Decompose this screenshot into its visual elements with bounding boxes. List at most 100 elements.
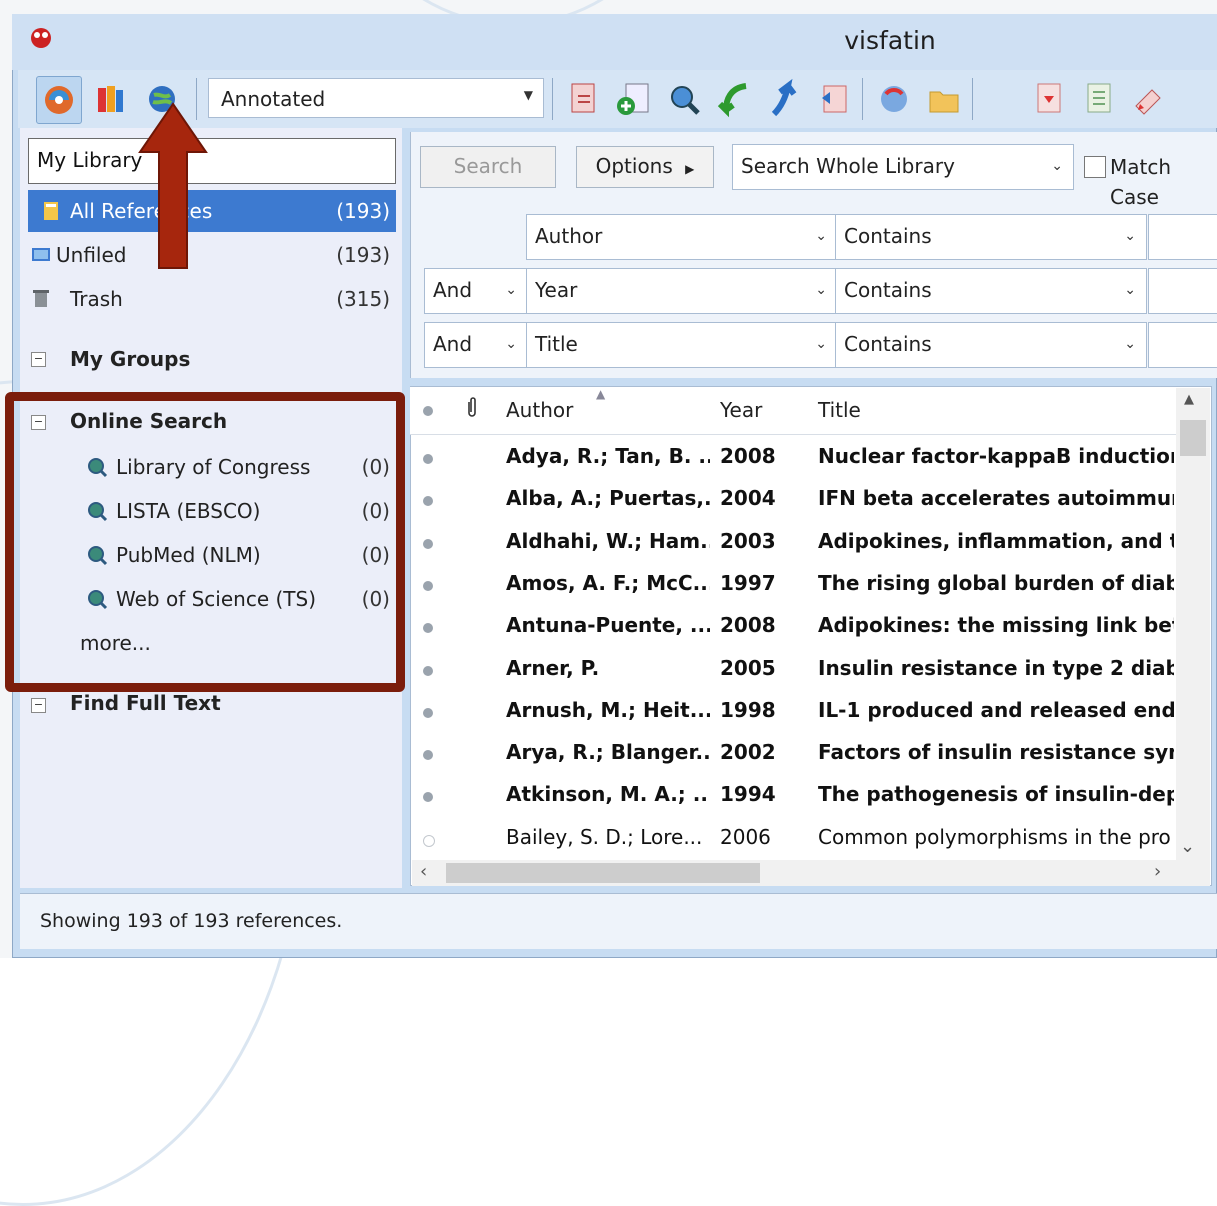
group-label-trash[interactable]: Trash — [70, 284, 123, 314]
reference-author-cell[interactable]: Alba, A.; Puertas,... — [506, 486, 710, 510]
read-status-dot[interactable] — [423, 623, 433, 633]
chevron-down-icon: ⌄ — [505, 336, 517, 352]
operator-select-3[interactable]: Contains ⌄ — [835, 322, 1147, 368]
match-case-checkbox[interactable] — [1084, 156, 1106, 178]
boolean-value: And — [433, 332, 473, 356]
reference-year-cell[interactable]: 2005 — [720, 656, 800, 680]
read-status-dot[interactable] — [423, 792, 433, 802]
options-button[interactable]: Options ▶ — [576, 146, 714, 188]
reference-title-cell[interactable]: IL-1 produced and released endog — [818, 698, 1174, 722]
reference-title-cell[interactable]: Adipokines, inflammation, and the — [818, 529, 1174, 553]
reference-year-cell[interactable]: 1994 — [720, 782, 800, 806]
reference-author-cell[interactable]: Adya, R.; Tan, B. ... — [506, 444, 710, 468]
operator-select-2[interactable]: Contains ⌄ — [835, 268, 1147, 314]
new-reference-icon[interactable] — [612, 76, 656, 122]
forward-arrow-icon[interactable] — [762, 76, 806, 122]
column-header-title[interactable]: Title — [818, 398, 861, 422]
boolean-select-3[interactable]: And ⌄ — [424, 322, 528, 368]
back-arrow-icon[interactable] — [712, 76, 756, 122]
find-full-text-heading[interactable]: Find Full Text — [70, 688, 221, 718]
sync-icon[interactable] — [812, 76, 856, 122]
attachment-column-icon[interactable] — [466, 396, 478, 423]
reference-author-cell[interactable]: Amos, A. F.; McC... — [506, 571, 710, 595]
scroll-up-icon[interactable]: ▲ — [1184, 392, 1194, 407]
endnote-app-icon — [31, 28, 51, 48]
search-button[interactable]: Search — [420, 146, 556, 188]
scroll-left-icon[interactable]: ‹ — [420, 861, 427, 882]
format-bibliography-icon[interactable] — [1076, 76, 1120, 122]
read-status-dot[interactable] — [423, 496, 433, 506]
vertical-scroll-thumb[interactable] — [1180, 420, 1206, 456]
search-scope-value: Search Whole Library — [741, 154, 955, 178]
reference-year-cell[interactable]: 2004 — [720, 486, 800, 510]
operator-value: Contains — [844, 332, 932, 356]
reference-title-cell[interactable]: Common polymorphisms in the pro — [818, 825, 1174, 849]
local-library-mode-button[interactable] — [36, 76, 82, 124]
column-header-year[interactable]: Year — [720, 398, 762, 422]
operator-value: Contains — [844, 278, 932, 302]
my-groups-heading[interactable]: My Groups — [70, 344, 190, 374]
field-select-1[interactable]: Author ⌄ — [526, 214, 838, 260]
search-scope-select[interactable]: Search Whole Library ⌄ — [732, 144, 1074, 190]
open-folder-icon[interactable] — [922, 76, 966, 122]
read-status-dot[interactable] — [423, 454, 433, 464]
vertical-scrollbar[interactable] — [1176, 388, 1210, 862]
read-status-column-icon[interactable] — [423, 406, 433, 416]
group-count-all-references: (193) — [336, 199, 390, 223]
insert-citation-icon[interactable] — [1126, 76, 1170, 122]
chevron-down-icon: ⌄ — [1051, 158, 1063, 174]
online-connect-icon[interactable] — [872, 76, 916, 122]
collapse-toggle-find-full-text[interactable]: − — [31, 698, 46, 713]
reference-author-cell[interactable]: Arya, R.; Blanger... — [506, 740, 710, 764]
group-label-unfiled[interactable]: Unfiled — [56, 240, 126, 270]
read-status-dot[interactable] — [423, 835, 435, 847]
pdf-icon[interactable] — [1026, 76, 1070, 122]
search-reference-icon[interactable] — [662, 76, 706, 122]
reference-year-cell[interactable]: 2003 — [720, 529, 800, 553]
field-value: Title — [535, 332, 578, 356]
search-term-input-2[interactable] — [1148, 268, 1217, 314]
reference-title-cell[interactable]: The rising global burden of diabete — [818, 571, 1174, 595]
mode-select-value: Annotated — [221, 87, 326, 111]
reference-author-cell[interactable]: Atkinson, M. A.; ... — [506, 782, 710, 806]
scroll-right-icon[interactable]: › — [1154, 861, 1161, 882]
reference-year-cell[interactable]: 2008 — [720, 613, 800, 637]
chevron-down-icon: ⌄ — [1124, 336, 1136, 352]
reference-title-cell[interactable]: Adipokines: the missing link betwe — [818, 613, 1174, 637]
read-status-dot[interactable] — [423, 666, 433, 676]
reference-year-cell[interactable]: 2002 — [720, 740, 800, 764]
scroll-down-icon[interactable]: ⌄ — [1180, 836, 1195, 857]
operator-select-1[interactable]: Contains ⌄ — [835, 214, 1147, 260]
read-status-dot[interactable] — [423, 750, 433, 760]
reference-title-cell[interactable]: Insulin resistance in type 2 diabete — [818, 656, 1174, 680]
reference-title-cell[interactable]: The pathogenesis of insulin-depen — [818, 782, 1174, 806]
search-term-input-3[interactable] — [1148, 322, 1217, 368]
reference-author-cell[interactable]: Aldhahi, W.; Ham... — [506, 529, 710, 553]
reference-title-cell[interactable]: Nuclear factor-kappaB induction b — [818, 444, 1174, 468]
column-header-author[interactable]: Author — [506, 398, 573, 422]
group-count-unfiled: (193) — [336, 243, 390, 267]
reference-author-cell[interactable]: Bailey, S. D.; Lore... — [506, 825, 710, 849]
read-status-dot[interactable] — [423, 581, 433, 591]
reference-year-cell[interactable]: 2008 — [720, 444, 800, 468]
integrated-library-mode-button[interactable] — [88, 76, 132, 122]
reference-author-cell[interactable]: Arnush, M.; Heit... — [506, 698, 710, 722]
reference-title-cell[interactable]: IFN beta accelerates autoimmune — [818, 486, 1174, 510]
reference-year-cell[interactable]: 2006 — [720, 825, 800, 849]
library-name-box[interactable]: My Library — [28, 138, 396, 184]
read-status-dot[interactable] — [423, 708, 433, 718]
reference-year-cell[interactable]: 1998 — [720, 698, 800, 722]
copy-to-library-icon[interactable] — [562, 76, 606, 122]
reference-year-cell[interactable]: 1997 — [720, 571, 800, 595]
collapse-toggle-my-groups[interactable]: − — [31, 352, 46, 367]
reference-author-cell[interactable]: Antuna-Puente, ... — [506, 613, 710, 637]
horizontal-scroll-thumb[interactable] — [446, 863, 760, 883]
boolean-select-2[interactable]: And ⌄ — [424, 268, 528, 314]
mode-select[interactable]: Annotated ▼ — [208, 78, 544, 118]
search-term-input-1[interactable] — [1148, 214, 1217, 260]
read-status-dot[interactable] — [423, 539, 433, 549]
reference-title-cell[interactable]: Factors of insulin resistance syndro — [818, 740, 1174, 764]
field-select-3[interactable]: Title ⌄ — [526, 322, 838, 368]
field-select-2[interactable]: Year ⌄ — [526, 268, 838, 314]
reference-author-cell[interactable]: Arner, P. — [506, 656, 710, 680]
